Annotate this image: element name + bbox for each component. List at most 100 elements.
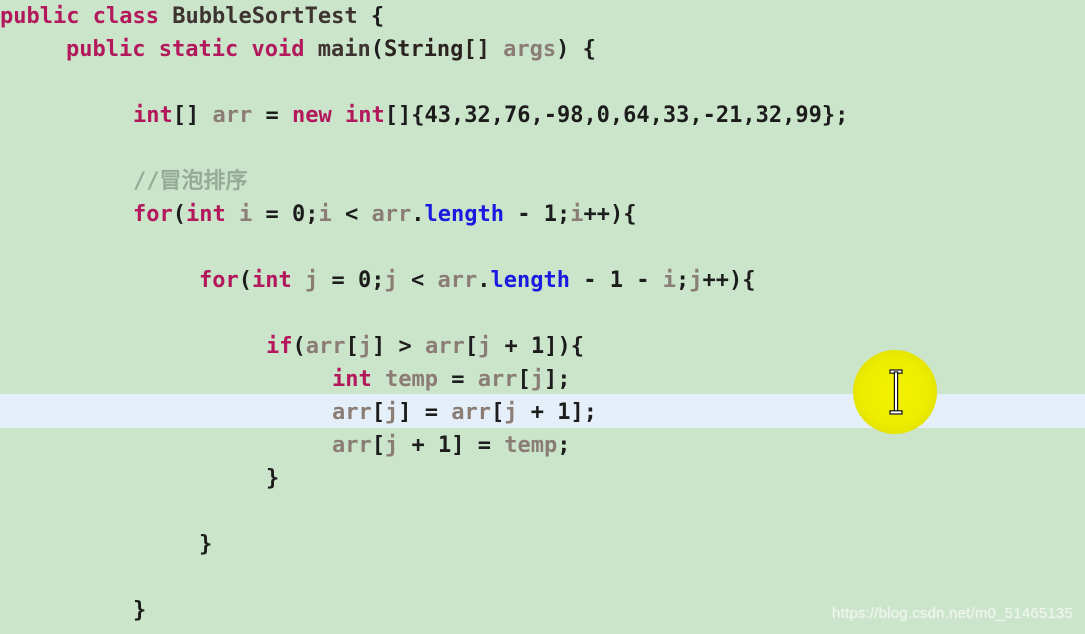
token-punctuation: .	[477, 268, 491, 293]
token-variable-j: j	[305, 268, 319, 293]
token-operator: =	[331, 268, 345, 293]
token-keyword: for	[199, 268, 239, 293]
code-line[interactable]: }	[133, 594, 146, 627]
token-operator: -	[583, 268, 597, 293]
token-number: 1	[543, 202, 557, 227]
code-content[interactable]: public class BubbleSortTest { public sta…	[0, 0, 1085, 634]
code-line[interactable]: for(int i = 0;i < arr.length - 1;i++){	[133, 198, 636, 231]
token-punctuation: };	[821, 103, 849, 128]
token-variable-j: j	[358, 334, 372, 359]
token-variable-j: j	[384, 268, 398, 293]
token-variable-arr: arr	[425, 334, 465, 359]
token-keyword: void	[251, 37, 305, 62]
token-punctuation: ;	[557, 433, 571, 458]
token-punctuation: [	[464, 334, 478, 359]
token-variable-arr: arr	[451, 400, 491, 425]
code-line[interactable]: //冒泡排序	[133, 165, 248, 198]
token-array-literal: 43,32,76,-98,0,64,33,-21,32,99	[424, 103, 822, 128]
token-punctuation: ;	[371, 268, 385, 293]
token-operator: =	[265, 103, 279, 128]
token-punctuation: (	[370, 37, 384, 62]
token-variable-arr: arr	[437, 268, 478, 293]
token-punctuation: ]){	[544, 334, 584, 359]
code-line[interactable]: for(int j = 0;j < arr.length - 1 - i;j++…	[199, 264, 755, 297]
token-variable-arr: arr	[212, 103, 253, 128]
token-punctuation: (	[172, 202, 186, 227]
code-line[interactable]: public class BubbleSortTest {	[0, 0, 384, 33]
token-variable-j: j	[385, 433, 399, 458]
code-line[interactable]: }	[199, 528, 212, 561]
token-punctuation: []	[172, 103, 200, 128]
token-type: String[]	[383, 37, 490, 62]
token-keyword: int	[186, 202, 226, 227]
token-variable-j: j	[504, 400, 518, 425]
token-method-name: main	[317, 37, 371, 62]
token-variable-i: i	[570, 202, 584, 227]
token-variable-i: i	[239, 202, 253, 227]
token-keyword: class	[92, 4, 159, 29]
token-number: 0	[292, 202, 306, 227]
token-variable-arr: arr	[305, 334, 346, 359]
token-number: 0	[358, 268, 372, 293]
token-number: 1	[438, 433, 452, 458]
token-punctuation: [	[517, 367, 531, 392]
token-number: 1	[557, 400, 571, 425]
token-variable-j: j	[385, 400, 399, 425]
token-variable-i: i	[318, 202, 332, 227]
token-operator: =	[265, 202, 279, 227]
token-brace-close: }	[133, 598, 147, 623]
token-keyword: int	[252, 268, 292, 293]
token-punctuation: (	[292, 334, 306, 359]
token-operator: =	[424, 400, 438, 425]
token-punctuation: ]	[451, 433, 465, 458]
code-line[interactable]: public static void main(String[] args) {	[66, 33, 596, 66]
token-variable-j: j	[689, 268, 703, 293]
token-operator: =	[477, 433, 491, 458]
token-keyword: new	[292, 103, 332, 128]
code-line[interactable]: int[] arr = new int[]{43,32,76,-98,0,64,…	[133, 99, 848, 132]
token-keyword: for	[133, 202, 173, 227]
code-line[interactable]: int temp = arr[j];	[332, 363, 570, 396]
token-punctuation: ;	[305, 202, 319, 227]
token-parameter: args	[503, 37, 557, 62]
token-punctuation: ]	[372, 334, 386, 359]
token-punctuation: [	[345, 334, 359, 359]
token-keyword: int	[133, 103, 173, 128]
token-operator: -	[636, 268, 650, 293]
code-line[interactable]: }	[266, 462, 279, 495]
token-variable-temp: temp	[504, 433, 558, 458]
code-line-current[interactable]: arr[j] = arr[j + 1];	[332, 396, 597, 429]
token-operator: <	[345, 202, 359, 227]
token-punctuation: ]	[398, 400, 412, 425]
token-punctuation: []{	[384, 103, 425, 128]
token-operator: +	[411, 433, 425, 458]
code-editor-viewport[interactable]: public class BubbleSortTest { public sta…	[0, 0, 1085, 634]
token-number: 1	[609, 268, 623, 293]
code-line[interactable]: arr[j + 1] = temp;	[332, 429, 570, 462]
code-line[interactable]: if(arr[j] > arr[j + 1]){	[266, 330, 584, 363]
token-punctuation: ) {	[556, 37, 596, 62]
token-punctuation: [	[491, 400, 505, 425]
token-field-length: length	[490, 268, 570, 293]
